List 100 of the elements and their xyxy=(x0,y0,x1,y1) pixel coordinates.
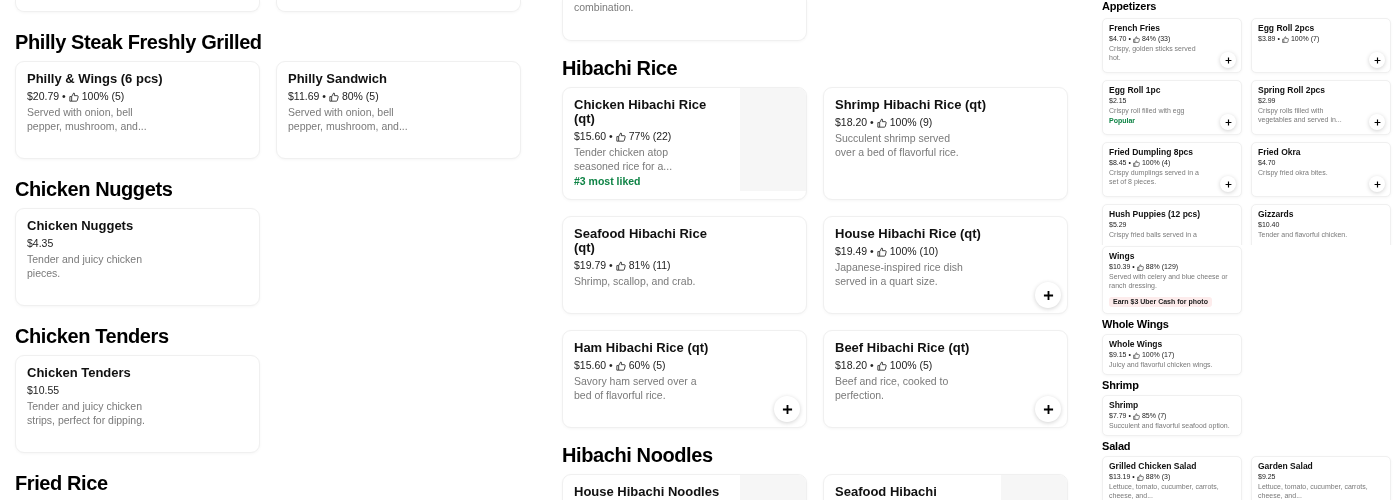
section-heading: Fried Rice xyxy=(15,471,109,495)
item-description: Japanese-inspired rice dish served in a quart size. xyxy=(835,260,964,288)
thumbs-up-icon xyxy=(876,246,887,257)
add-button[interactable] xyxy=(1035,282,1061,308)
thumbs-up-icon xyxy=(1132,412,1140,420)
plus-icon xyxy=(1042,289,1054,301)
menu-item-card[interactable]: Shrimp Hibachi Rice (qt) $18.20 • 100% (9) Succulent shrimp served over a bed of flavorful rice. xyxy=(823,87,1068,200)
plus-icon xyxy=(1224,118,1232,126)
item-name: Wings xyxy=(1109,251,1136,262)
item-name: Gizzards xyxy=(1258,209,1295,220)
item-name: Shrimp xyxy=(1109,400,1140,411)
item-description: Shrimp, scallop, and crab. xyxy=(574,274,697,288)
section-heading: Salad xyxy=(1102,440,1132,452)
item-description: Tender and juicy chicken strips, perfect for dipping. xyxy=(27,399,146,427)
item-name: Spring Roll 2pcs xyxy=(1258,85,1327,96)
item-description: Tender chicken atop seasoned rice for a... xyxy=(574,145,674,173)
item-name: Grilled Chicken Salad xyxy=(1109,461,1198,472)
section-heading: Whole Wings xyxy=(1102,318,1170,330)
item-price: $15.60 • xyxy=(574,129,613,144)
plus-icon xyxy=(1373,180,1381,188)
add-button[interactable] xyxy=(1369,114,1385,130)
item-price: $19.79 • xyxy=(574,258,613,273)
section-heading: Appetizers xyxy=(1102,0,1158,12)
plus-icon xyxy=(1373,56,1381,64)
menu-item-card[interactable]: Seafood Hibachi xyxy=(823,474,1068,500)
thumbs-up-icon xyxy=(876,360,887,371)
item-name: Ham Hibachi Rice (qt) xyxy=(574,341,710,355)
item-name: Seafood Hibachi Rice (qt) xyxy=(574,227,708,255)
item-name: French Fries xyxy=(1109,23,1162,34)
item-name: Hush Puppies (12 pcs) xyxy=(1109,209,1202,220)
item-name: Chicken Hibachi Rice (qt) xyxy=(574,98,708,126)
add-button[interactable] xyxy=(1220,176,1236,192)
section-heading: Shrimp xyxy=(1102,379,1140,391)
item-description: Succulent shrimp served over a bed of flavorful rice. xyxy=(835,131,960,159)
item-name: House Hibachi Rice (qt) xyxy=(835,227,982,241)
thumbs-up-icon xyxy=(1281,35,1289,43)
item-name: Chicken Nuggets xyxy=(27,219,135,233)
item-name: Philly Sandwich xyxy=(288,72,388,86)
item-name: Whole Wings xyxy=(1109,339,1164,350)
section-heading: Philly Steak Freshly Grilled xyxy=(15,30,263,54)
item-rating: 81% (11) xyxy=(628,258,671,273)
item-name: Garden Salad xyxy=(1258,461,1314,472)
item-name: Beef Hibachi Rice (qt) xyxy=(835,341,971,355)
plus-icon xyxy=(1042,403,1054,415)
item-tag: #3 most liked xyxy=(574,174,641,189)
item-price: $18.20 • xyxy=(835,358,874,373)
menu-item-card[interactable]: Chicken Hibachi Rice (qt) $15.60 • 77% (22) Tender chicken atop seasoned rice for a... #3 most liked xyxy=(562,87,807,200)
thumbs-up-icon xyxy=(876,117,887,128)
section-heading: Chicken Tenders xyxy=(15,324,170,348)
menu-item-card[interactable]: House Hibachi Rice (qt) $19.49 • 100% (10) Japanese-inspired rice dish served in a quart size. xyxy=(823,216,1068,314)
item-rating: 100% (5) xyxy=(889,358,933,373)
plus-icon xyxy=(1224,56,1232,64)
menu-item-card[interactable]: Chicken Tenders $10.55 Tender and juicy chicken strips, perfect for dipping. xyxy=(15,355,260,453)
item-name: Egg Roll 2pcs xyxy=(1258,23,1316,34)
add-button[interactable] xyxy=(1220,52,1236,68)
item-description: Beef and rice, cooked to perfection. xyxy=(835,374,950,402)
add-button[interactable] xyxy=(1369,52,1385,68)
add-button[interactable] xyxy=(1220,114,1236,130)
item-price: $15.60 • xyxy=(574,358,613,373)
add-button[interactable] xyxy=(1035,396,1061,422)
thumbs-up-icon xyxy=(615,360,626,371)
thumbs-up-icon xyxy=(1132,351,1140,359)
thumbs-up-icon xyxy=(328,91,339,102)
section-heading: Chicken Nuggets xyxy=(15,177,174,201)
menu-item-card[interactable]: Seafood Hibachi Rice (qt) $19.79 • 81% (11) Shrimp, scallop, and crab. xyxy=(562,216,807,314)
thumbs-up-icon xyxy=(615,260,626,271)
item-price: $10.55 xyxy=(27,383,60,398)
item-name: Chicken Tenders xyxy=(27,366,132,380)
item-price: $20.79 • xyxy=(27,89,66,104)
section-heading: Hibachi Noodles xyxy=(562,443,714,467)
menu-item-card[interactable]: combination. xyxy=(562,0,807,41)
item-description: Served with onion, bell pepper, mushroom, and... xyxy=(27,105,148,133)
item-rating: 77% (22) xyxy=(628,129,672,144)
menu-item-card[interactable]: Ham Hibachi Rice (qt) $15.60 • 60% (5) Savory ham served over a bed of flavorful rice. xyxy=(562,330,807,428)
item-description: combination. xyxy=(574,0,635,14)
menu-item-card[interactable]: Philly & Wings (6 pcs) $20.79 • 100% (5) Served with onion, bell pepper, mushroom, and... xyxy=(15,61,260,159)
add-button[interactable] xyxy=(1369,176,1385,192)
item-price: $18.20 • xyxy=(835,115,874,130)
item-name: Philly & Wings (6 pcs) xyxy=(27,72,164,86)
menu-item-card[interactable]: House Hibachi Noodles xyxy=(562,474,807,500)
menu-item-card[interactable]: Beef Hibachi Rice (qt) $18.20 • 100% (5) Beef and rice, cooked to perfection. xyxy=(823,330,1068,428)
item-description: Tender and juicy chicken pieces. xyxy=(27,252,143,280)
menu-item-card[interactable]: Philly Sandwich $11.69 • 80% (5) Served with onion, bell pepper, mushroom, and... xyxy=(276,61,521,159)
item-name: Egg Roll 1pc xyxy=(1109,85,1162,96)
item-rating: 100% (10) xyxy=(889,244,939,259)
thumbs-up-icon xyxy=(68,91,79,102)
section-heading: Hibachi Rice xyxy=(562,56,679,80)
item-description: Savory ham served over a bed of flavorful rice. xyxy=(574,374,698,402)
item-rating: 60% (5) xyxy=(628,358,666,373)
thumbs-up-icon xyxy=(1136,473,1144,481)
item-description: Served with onion, bell pepper, mushroom, and... xyxy=(288,105,409,133)
menu-item-card[interactable]: Chicken Nuggets $4.35 Tender and juicy chicken pieces. xyxy=(15,208,260,306)
thumbs-up-icon xyxy=(1136,263,1144,271)
item-price: $19.49 • xyxy=(835,244,874,259)
item-rating: 100% (9) xyxy=(889,115,933,130)
thumbs-up-icon xyxy=(615,131,626,142)
add-button[interactable] xyxy=(774,396,800,422)
thumbs-up-icon xyxy=(1132,35,1140,43)
plus-icon xyxy=(1373,118,1381,126)
item-rating: 100% (5) xyxy=(81,89,125,104)
